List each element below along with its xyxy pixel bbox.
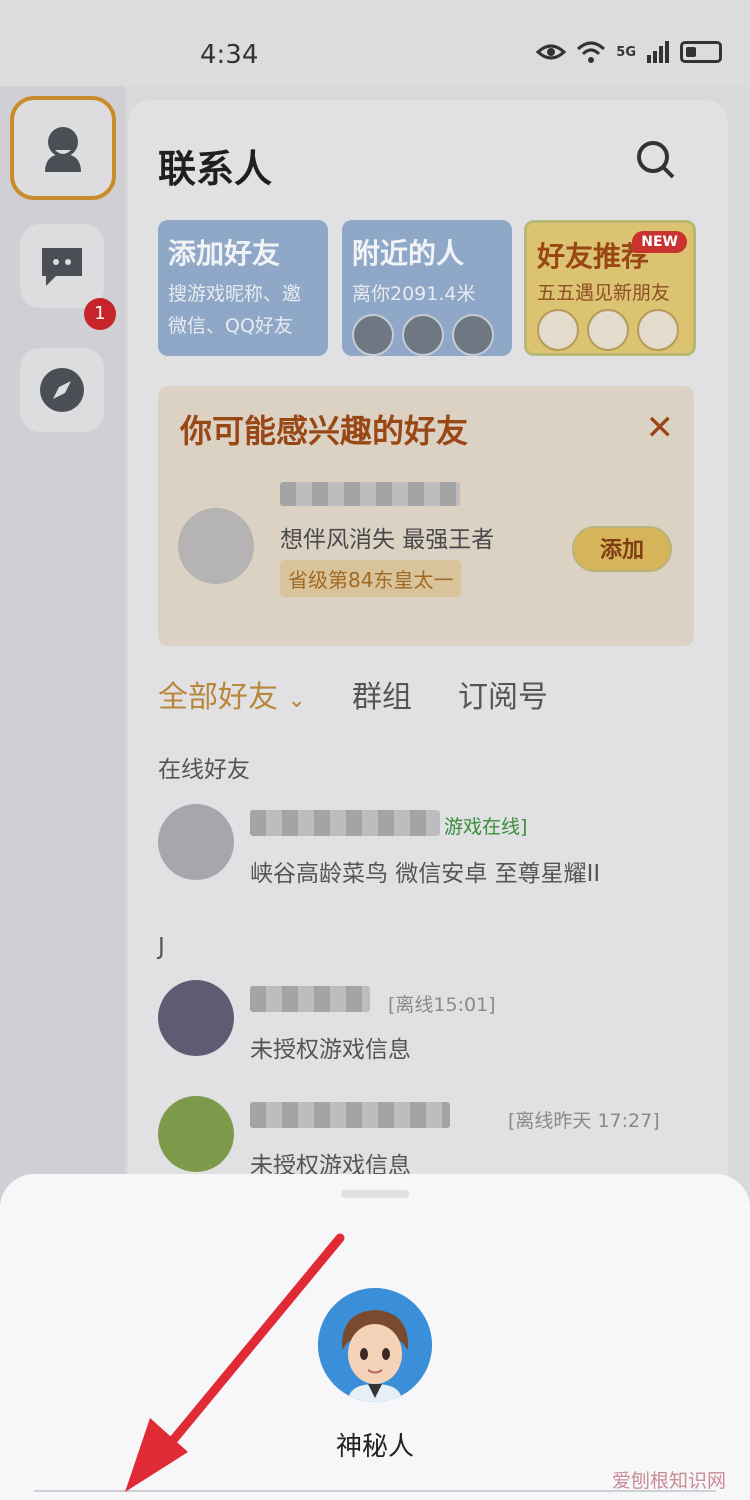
watermark: 爱刨根知识网 — [611, 1470, 726, 1492]
recommend-subtitle: 五五遇见新朋友 — [537, 282, 671, 304]
letter-section-label: J — [158, 934, 165, 960]
online-section-label: 在线好友 — [158, 757, 250, 783]
avatar — [158, 804, 234, 880]
contacts-tab-button[interactable] — [10, 96, 116, 200]
network-label: 5G — [616, 44, 636, 60]
status-icons: 5G — [536, 40, 722, 64]
nearby-people-card[interactable]: 附近的人 离你2091.4米 — [342, 220, 512, 356]
friend-status: [离线15:01] — [388, 994, 496, 1016]
blurred-nickname — [250, 810, 440, 836]
nearby-distance: 离你2091.4米 — [352, 283, 476, 305]
eye-icon — [536, 44, 567, 60]
tab-label: 全部好友 — [158, 680, 278, 715]
compass-icon — [40, 368, 84, 412]
mystery-avatar — [318, 1288, 432, 1402]
suggested-desc: 想伴风消失 最强王者 — [280, 527, 495, 553]
tab-subscriptions[interactable]: 订阅号 — [458, 672, 548, 716]
sheet-drag-handle[interactable] — [341, 1190, 409, 1198]
avatar — [637, 309, 679, 351]
avatar — [587, 309, 629, 351]
profile-bottom-sheet: 神秘人 — [0, 1174, 750, 1500]
friend-status: [离线昨天 17:27] — [508, 1110, 660, 1132]
avatar — [537, 309, 579, 351]
blurred-nickname — [280, 482, 460, 506]
close-icon[interactable]: ✕ — [646, 408, 675, 448]
suggested-friend-card: 你可能感兴趣的好友 ✕ 想伴风消失 最强王者 省级第84东皇太一 添加 — [158, 386, 694, 646]
wifi-icon — [577, 41, 606, 63]
search-icon[interactable] — [636, 140, 676, 180]
add-friend-line1: 搜游戏昵称、邀 — [168, 283, 302, 305]
tab-groups[interactable]: 群组 — [352, 672, 412, 716]
avatar — [402, 314, 444, 356]
avatar — [158, 1096, 234, 1172]
new-badge: NEW — [632, 231, 687, 253]
friend-info: 峡谷高龄菜鸟 微信安卓 至尊星耀II — [250, 861, 601, 887]
friend-row[interactable]: [离线15:01] 未授权游戏信息 — [158, 980, 698, 1070]
tab-all-friends[interactable]: 全部好友 ⌄ — [158, 672, 306, 716]
avatar — [158, 980, 234, 1056]
friend-row[interactable]: 游戏在线] 峡谷高龄菜鸟 微信安卓 至尊星耀II — [158, 804, 698, 894]
cartoon-face-icon — [318, 1288, 432, 1402]
suggested-title: 你可能感兴趣的好友 — [180, 412, 469, 450]
avatar[interactable] — [178, 508, 254, 584]
blurred-nickname — [250, 1102, 450, 1128]
mystery-name: 神秘人 — [335, 1432, 414, 1462]
status-time: 4:34 — [200, 40, 259, 70]
friend-info: 未授权游戏信息 — [250, 1037, 411, 1063]
friend-status: 游戏在线] — [444, 816, 528, 838]
friend-row[interactable]: [离线昨天 17:27] 未授权游戏信息 — [158, 1096, 698, 1186]
nearby-avatars — [352, 314, 502, 356]
recommend-avatars — [537, 309, 683, 351]
messages-tab-button[interactable] — [20, 224, 104, 308]
chevron-down-icon: ⌄ — [287, 688, 306, 713]
avatar — [352, 314, 394, 356]
add-friend-card[interactable]: 添加好友 搜游戏昵称、邀 微信、QQ好友 — [158, 220, 328, 356]
rank-tag: 省级第84东皇太一 — [280, 560, 462, 597]
nearby-title: 附近的人 — [352, 237, 465, 270]
contacts-panel: 联系人 添加好友 搜游戏昵称、邀 微信、QQ好友 附近的人 离你2091.4米 … — [128, 100, 728, 1200]
friend-recommend-card[interactable]: 好友推荐 NEW 五五遇见新朋友 — [524, 220, 696, 356]
message-count-badge: 1 — [84, 298, 116, 330]
battery-icon — [680, 41, 722, 63]
status-bar: 4:34 5G — [0, 0, 750, 86]
add-friend-button[interactable]: 添加 — [572, 526, 672, 572]
discover-tab-button[interactable] — [20, 348, 104, 432]
person-icon — [45, 127, 81, 172]
avatar — [452, 314, 494, 356]
add-friend-line2: 微信、QQ好友 — [168, 315, 293, 337]
chat-bubble-icon — [42, 248, 82, 286]
add-friend-title: 添加好友 — [168, 237, 281, 270]
page-title: 联系人 — [158, 147, 273, 191]
blurred-nickname — [250, 986, 370, 1012]
friend-tabs: 全部好友 ⌄ 群组 订阅号 — [158, 672, 548, 716]
signal-icon — [647, 41, 669, 63]
